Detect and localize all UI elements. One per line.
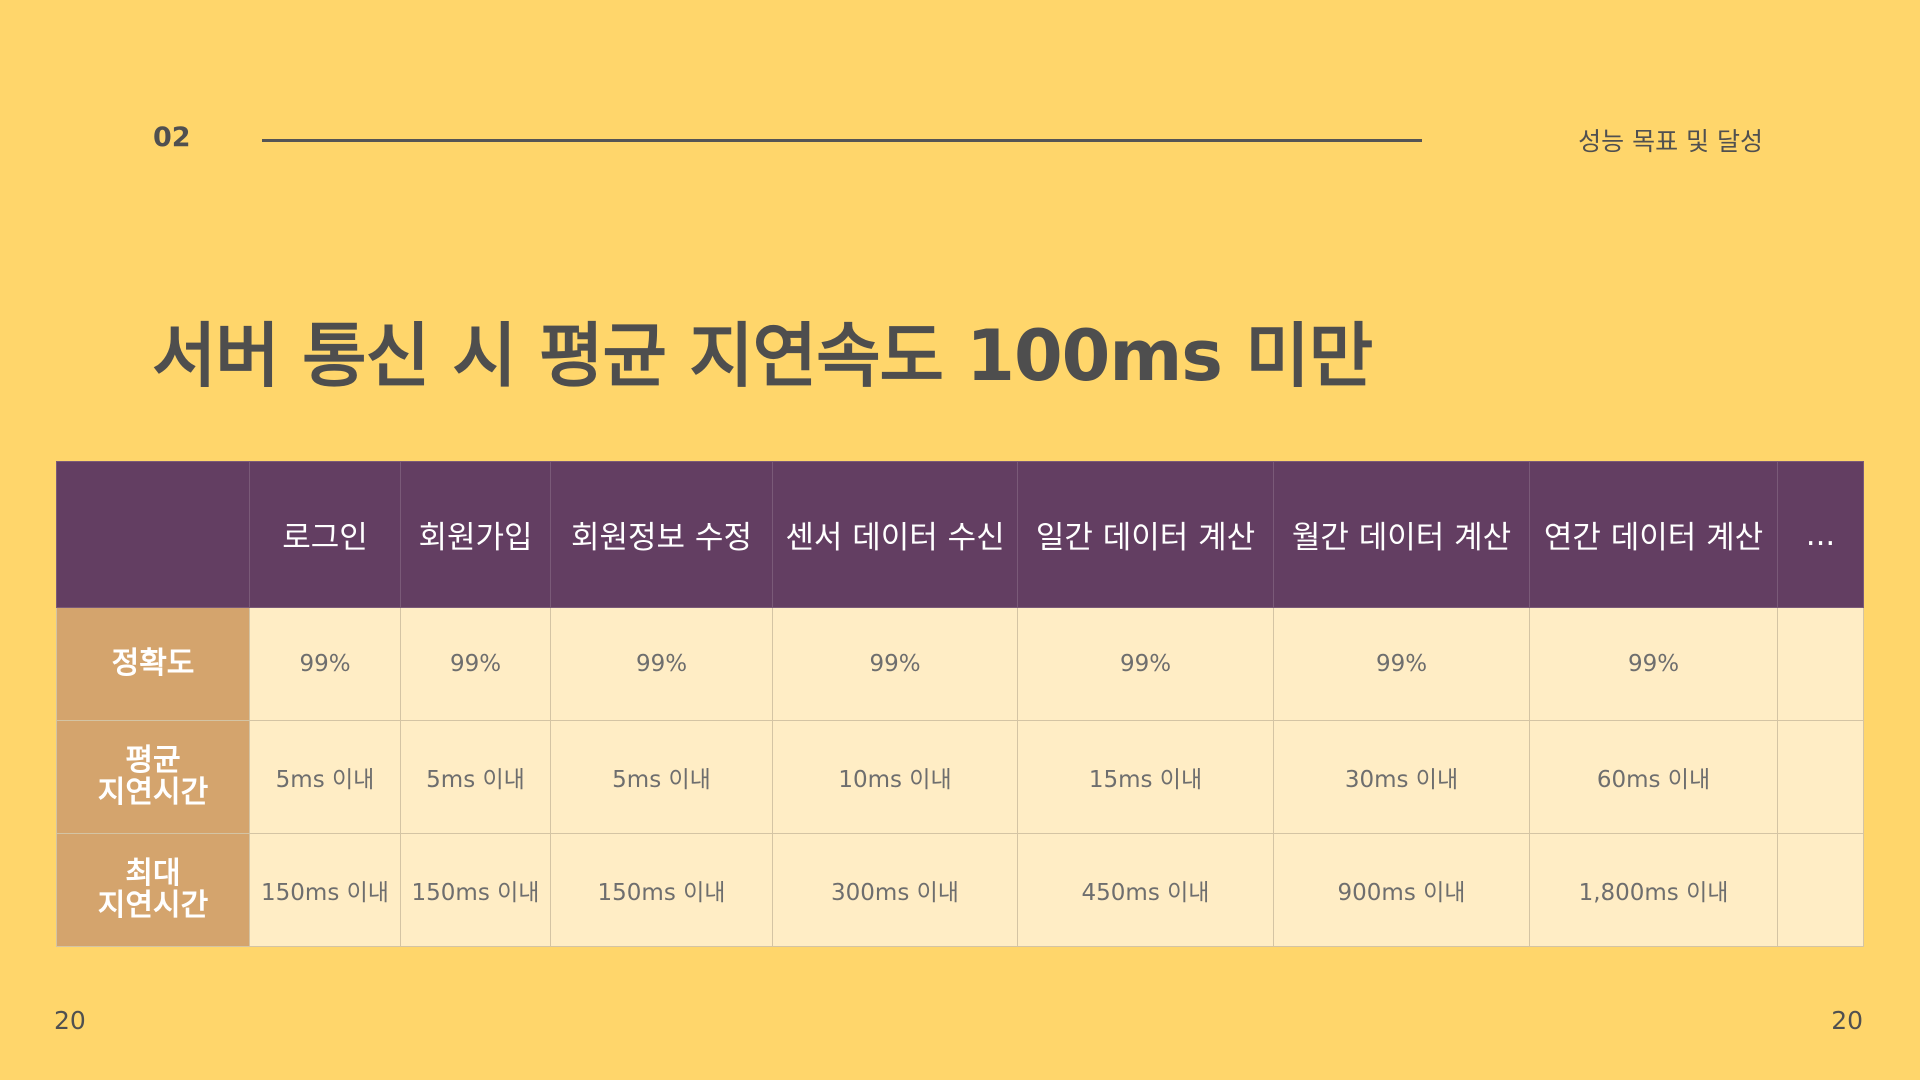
table-cell (1777, 833, 1864, 947)
column-header: 일간 데이터 계산 (1017, 461, 1274, 608)
table-cell: 450ms 이내 (1017, 833, 1274, 947)
page-title: 서버 통신 시 평균 지연속도 100ms 미만 (152, 315, 1373, 397)
table-cell: 15ms 이내 (1017, 720, 1274, 834)
table-cell: 5ms 이내 (550, 720, 773, 834)
table-cell: 300ms 이내 (772, 833, 1018, 947)
table-cell: 30ms 이내 (1273, 720, 1530, 834)
table-cell: 99% (550, 607, 773, 721)
row-header-line: 지연시간 (97, 888, 209, 923)
table-cell: 99% (772, 607, 1018, 721)
table-cell: 150ms 이내 (550, 833, 773, 947)
table-cell: 150ms 이내 (400, 833, 551, 947)
section-number: 02 (153, 122, 191, 153)
section-title: 성능 목표 및 달성 (1578, 127, 1763, 156)
table-cell: 99% (400, 607, 551, 721)
table-cell: 60ms 이내 (1529, 720, 1778, 834)
table-cell: 99% (1017, 607, 1274, 721)
table-row: 최대 지연시간 150ms 이내 150ms 이내 150ms 이내 300ms… (56, 833, 1864, 947)
table-cell: 99% (1529, 607, 1778, 721)
column-header: 회원가입 (400, 461, 551, 608)
column-header-more: ... (1777, 461, 1864, 608)
table-cell (1777, 720, 1864, 834)
row-header-avg-latency: 평균 지연시간 (56, 720, 250, 834)
header-divider (262, 139, 1422, 142)
page-number-left: 20 (54, 1006, 86, 1035)
table-cell: 150ms 이내 (249, 833, 401, 947)
table-cell: 99% (249, 607, 401, 721)
table-cell: 5ms 이내 (249, 720, 401, 834)
row-header-accuracy: 정확도 (56, 607, 250, 721)
column-header: 연간 데이터 계산 (1529, 461, 1778, 608)
table-cell (1777, 607, 1864, 721)
column-header: 회원정보 수정 (550, 461, 773, 608)
row-header-line: 평균 (125, 743, 181, 778)
table-cell: 900ms 이내 (1273, 833, 1530, 947)
page-number-right: 20 (1831, 1006, 1863, 1035)
table-header-row: 로그인 회원가입 회원정보 수정 센서 데이터 수신 일간 데이터 계산 월간 … (56, 461, 1864, 608)
column-header: 로그인 (249, 461, 401, 608)
row-header-line: 지연시간 (97, 775, 209, 810)
table-cell: 10ms 이내 (772, 720, 1018, 834)
row-header-line: 정확도 (111, 646, 195, 681)
row-header-line: 최대 (125, 856, 181, 891)
table-row: 정확도 99% 99% 99% 99% 99% 99% 99% (56, 607, 1864, 721)
column-header: 월간 데이터 계산 (1273, 461, 1530, 608)
table-cell: 5ms 이내 (400, 720, 551, 834)
row-header-max-latency: 최대 지연시간 (56, 833, 250, 947)
table-cell: 99% (1273, 607, 1530, 721)
performance-table: 로그인 회원가입 회원정보 수정 센서 데이터 수신 일간 데이터 계산 월간 … (56, 461, 1864, 947)
table-corner-cell (56, 461, 250, 608)
column-header: 센서 데이터 수신 (772, 461, 1018, 608)
table-cell: 1,800ms 이내 (1529, 833, 1778, 947)
table-row: 평균 지연시간 5ms 이내 5ms 이내 5ms 이내 10ms 이내 15m… (56, 720, 1864, 834)
